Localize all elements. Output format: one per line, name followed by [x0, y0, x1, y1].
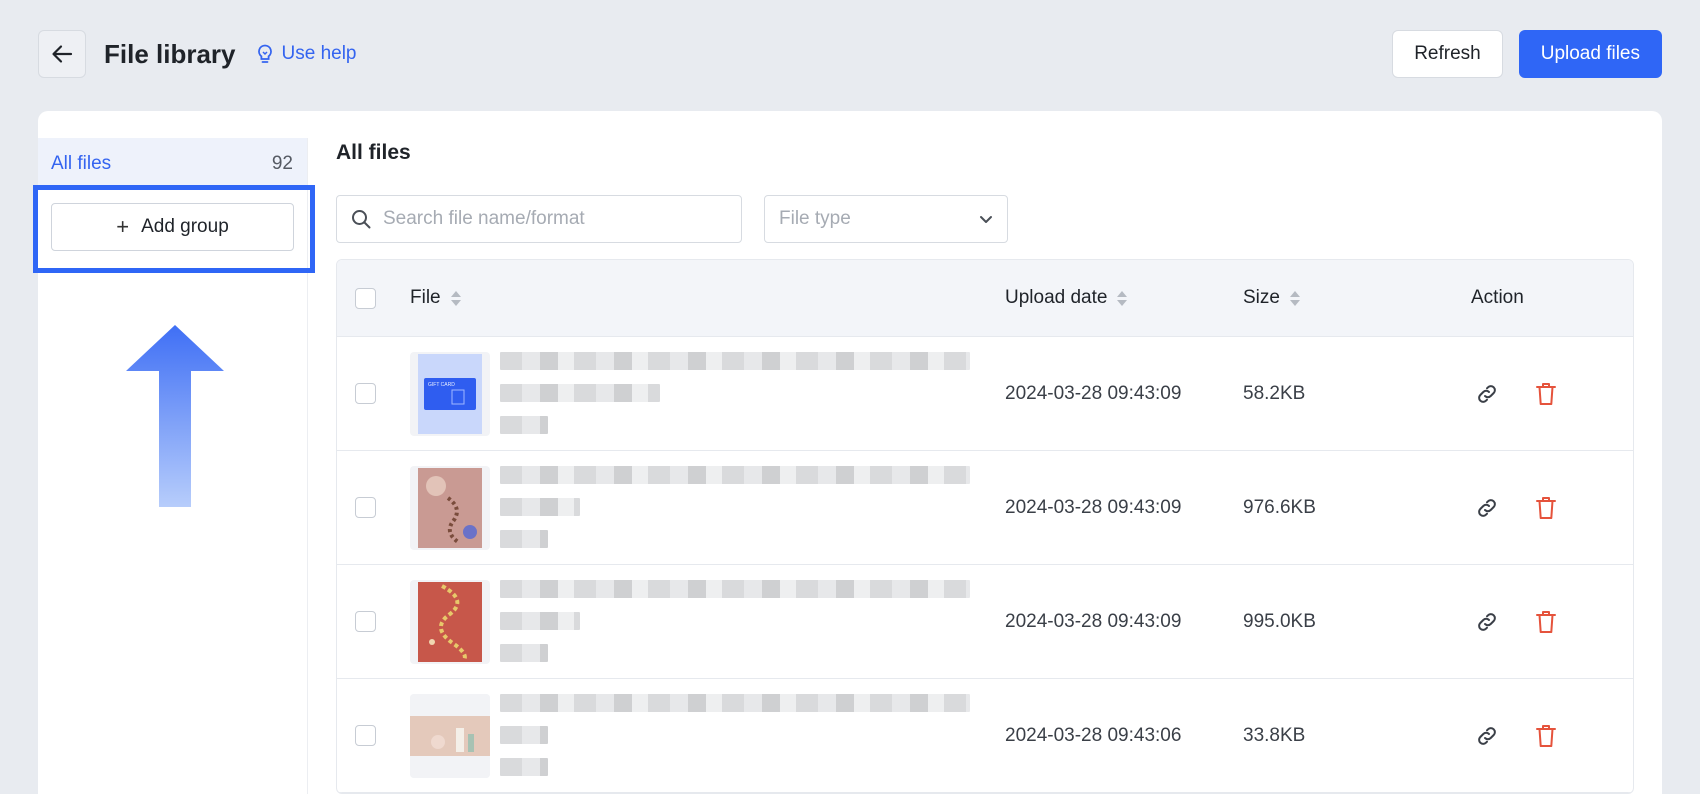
chevron-down-icon	[980, 215, 992, 223]
upload-date-cell: 2024-03-28 09:43:09	[1005, 610, 1182, 632]
bracelet-image	[418, 467, 482, 548]
upload-date-cell: 2024-03-28 09:43:09	[1005, 382, 1182, 404]
action-cell	[1471, 492, 1562, 524]
row-checkbox[interactable]	[355, 497, 376, 518]
trash-icon[interactable]	[1530, 378, 1562, 410]
gift-card-image: GIFT CARD	[418, 353, 482, 434]
search-input[interactable]	[383, 208, 723, 230]
upload-files-button[interactable]: Upload files	[1518, 30, 1662, 78]
file-thumbnail[interactable]: GIFT CARD	[410, 351, 490, 436]
row-checkbox[interactable]	[355, 611, 376, 632]
page-title: File library	[104, 38, 236, 69]
row-checkbox[interactable]	[355, 725, 376, 746]
file-thumbnail[interactable]	[410, 693, 490, 778]
row-checkbox[interactable]	[355, 383, 376, 404]
file-library-panel: All files 92 + Add group All files Searc…	[33, 111, 1662, 794]
search-icon	[352, 210, 371, 229]
plus-icon: +	[116, 214, 130, 239]
size-cell: 976.6KB	[1243, 496, 1316, 518]
sort-icon	[1117, 290, 1128, 306]
section-title: All files	[336, 141, 411, 164]
column-label: Upload date	[1005, 287, 1108, 308]
upload-date-cell: 2024-03-28 09:43:09	[1005, 496, 1182, 518]
file-thumbnail[interactable]	[410, 465, 490, 550]
file-cell	[410, 579, 970, 664]
refresh-button[interactable]: Refresh	[1392, 30, 1503, 78]
column-header-upload-date[interactable]: Upload date	[1005, 287, 1128, 309]
up-arrow-icon	[126, 325, 224, 507]
size-cell: 33.8KB	[1243, 724, 1306, 746]
file-name-redacted	[500, 351, 970, 436]
file-list-area: All files File type File Upload date	[336, 138, 1634, 794]
sidebar-item-label: All files	[51, 153, 112, 174]
action-cell	[1471, 606, 1562, 638]
copy-link-icon[interactable]	[1471, 606, 1503, 638]
copy-link-icon[interactable]	[1471, 720, 1503, 752]
size-cell: 58.2KB	[1243, 382, 1306, 404]
file-type-select[interactable]: File type	[764, 195, 1008, 243]
file-cell: GIFT CARD	[410, 351, 970, 436]
action-cell	[1471, 378, 1562, 410]
filter-bar: File type	[336, 195, 1634, 243]
file-cell	[410, 693, 970, 778]
add-group-button[interactable]: + Add group	[51, 203, 294, 251]
file-name-redacted	[500, 693, 970, 778]
column-header-file[interactable]: File	[410, 287, 461, 309]
table-row: 2024-03-28 09:43:09 976.6KB	[337, 451, 1633, 565]
select-all-checkbox[interactable]	[355, 287, 376, 309]
product-banner-image	[410, 693, 490, 778]
use-help-label: Use help	[281, 43, 357, 64]
table-header: File Upload date Size Action	[337, 260, 1633, 337]
file-table: File Upload date Size Action GIFT CARD 2…	[336, 259, 1634, 794]
file-name-redacted	[500, 465, 970, 550]
top-actions: Refresh Upload files	[1392, 30, 1662, 78]
trash-icon[interactable]	[1530, 492, 1562, 524]
upload-date-cell: 2024-03-28 09:43:06	[1005, 724, 1182, 746]
column-label: File	[410, 287, 441, 308]
add-group-label: Add group	[141, 216, 229, 237]
column-header-action: Action	[1471, 287, 1524, 308]
search-field[interactable]	[336, 195, 742, 243]
file-cell	[410, 465, 970, 550]
table-row: 2024-03-28 09:43:09 995.0KB	[337, 565, 1633, 679]
action-cell	[1471, 720, 1562, 752]
top-bar: File library Use help Refresh Upload fil…	[38, 30, 1662, 78]
trash-icon[interactable]	[1530, 606, 1562, 638]
file-thumbnail[interactable]	[410, 579, 490, 664]
copy-link-icon[interactable]	[1471, 378, 1503, 410]
use-help-link[interactable]: Use help	[256, 43, 357, 65]
lightbulb-icon	[257, 44, 272, 63]
file-name-redacted	[500, 579, 970, 664]
arrow-left-icon	[52, 45, 73, 63]
sort-icon	[450, 290, 461, 306]
column-label: Size	[1243, 287, 1280, 308]
table-row: 2024-03-28 09:43:06 33.8KB	[337, 679, 1633, 793]
back-button[interactable]	[38, 30, 86, 78]
trash-icon[interactable]	[1530, 720, 1562, 752]
file-type-placeholder: File type	[779, 208, 851, 229]
group-sidebar: All files 92 + Add group	[33, 138, 315, 794]
table-row: GIFT CARD 2024-03-28 09:43:09 58.2KB	[337, 337, 1633, 451]
sidebar-item-all-files[interactable]: All files 92	[38, 138, 307, 190]
size-cell: 995.0KB	[1243, 610, 1316, 632]
sort-icon	[1289, 290, 1300, 306]
gift-card-text: GIFT CARD	[428, 382, 455, 388]
column-header-size[interactable]: Size	[1243, 287, 1300, 309]
sidebar-item-count: 92	[271, 153, 293, 174]
necklace-image	[418, 581, 482, 662]
copy-link-icon[interactable]	[1471, 492, 1503, 524]
highlight-box: + Add group	[33, 185, 315, 273]
